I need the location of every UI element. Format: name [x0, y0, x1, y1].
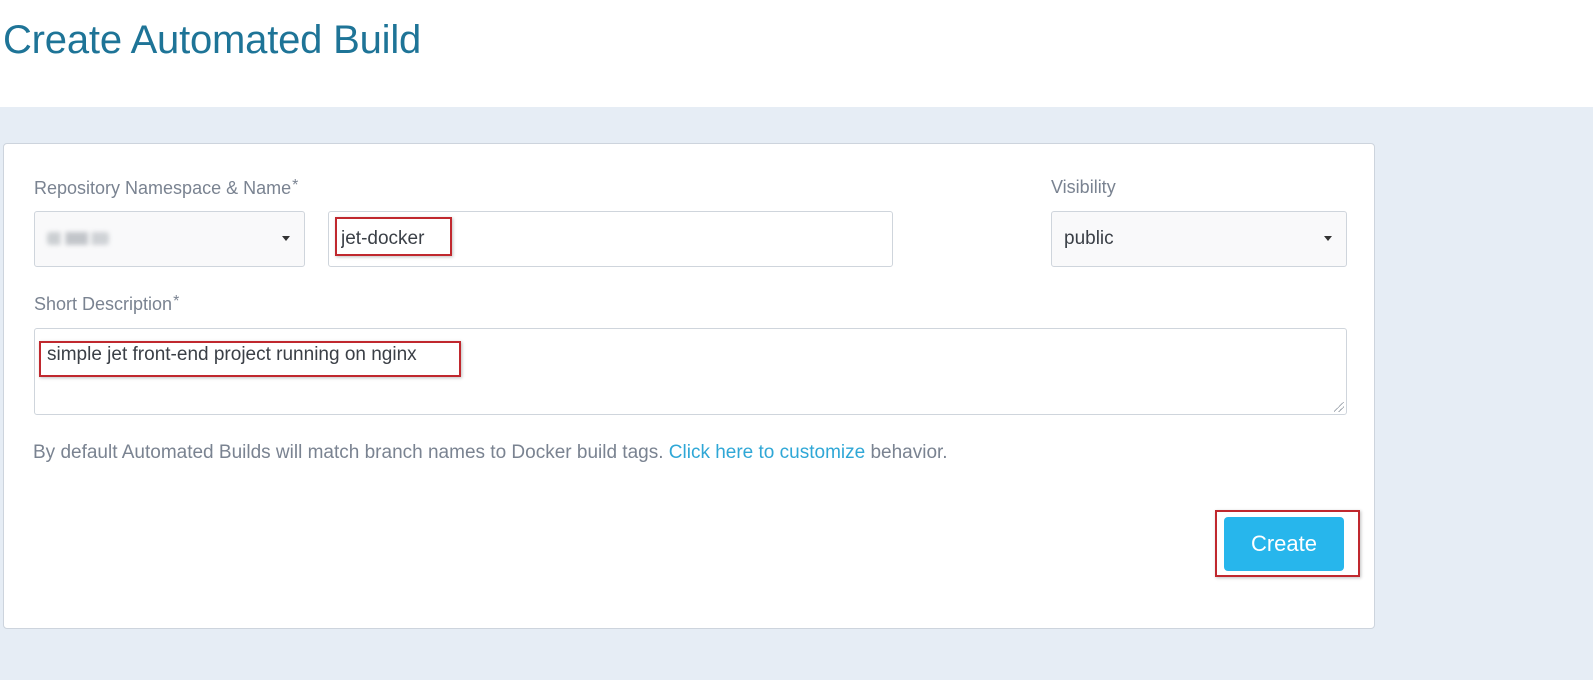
- help-text-after: behavior.: [870, 442, 948, 463]
- automated-build-form: Repository Namespace & Name* Visibility …: [3, 143, 1375, 629]
- page-title: Create Automated Build: [3, 18, 422, 62]
- repository-name-input[interactable]: [328, 211, 893, 267]
- namespace-value-blurred: [47, 232, 109, 245]
- page-header: Create Automated Build: [0, 0, 1593, 107]
- help-text-before: By default Automated Builds will match b…: [33, 442, 664, 463]
- visibility-select[interactable]: public: [1051, 211, 1347, 267]
- create-button[interactable]: Create: [1224, 517, 1344, 571]
- repository-name-label-text: Repository Namespace & Name: [34, 178, 292, 198]
- caret-down-icon: [1324, 236, 1332, 241]
- short-description-textarea[interactable]: simple jet front-end project running on …: [34, 328, 1347, 415]
- short-description-label: Short Description*: [34, 293, 179, 315]
- short-description-label-text: Short Description: [34, 294, 173, 314]
- caret-down-icon: [282, 236, 290, 241]
- repository-name-label: Repository Namespace & Name*: [34, 177, 298, 199]
- namespace-select[interactable]: [34, 211, 305, 267]
- required-asterisk: *: [173, 293, 180, 310]
- help-text: By default Automated Builds will match b…: [33, 442, 948, 464]
- required-asterisk: *: [292, 177, 299, 194]
- visibility-label: Visibility: [1051, 177, 1116, 197]
- customize-link[interactable]: Click here to customize: [669, 442, 865, 463]
- textarea-resize-handle[interactable]: [1334, 402, 1344, 412]
- visibility-selected-value: public: [1064, 228, 1114, 249]
